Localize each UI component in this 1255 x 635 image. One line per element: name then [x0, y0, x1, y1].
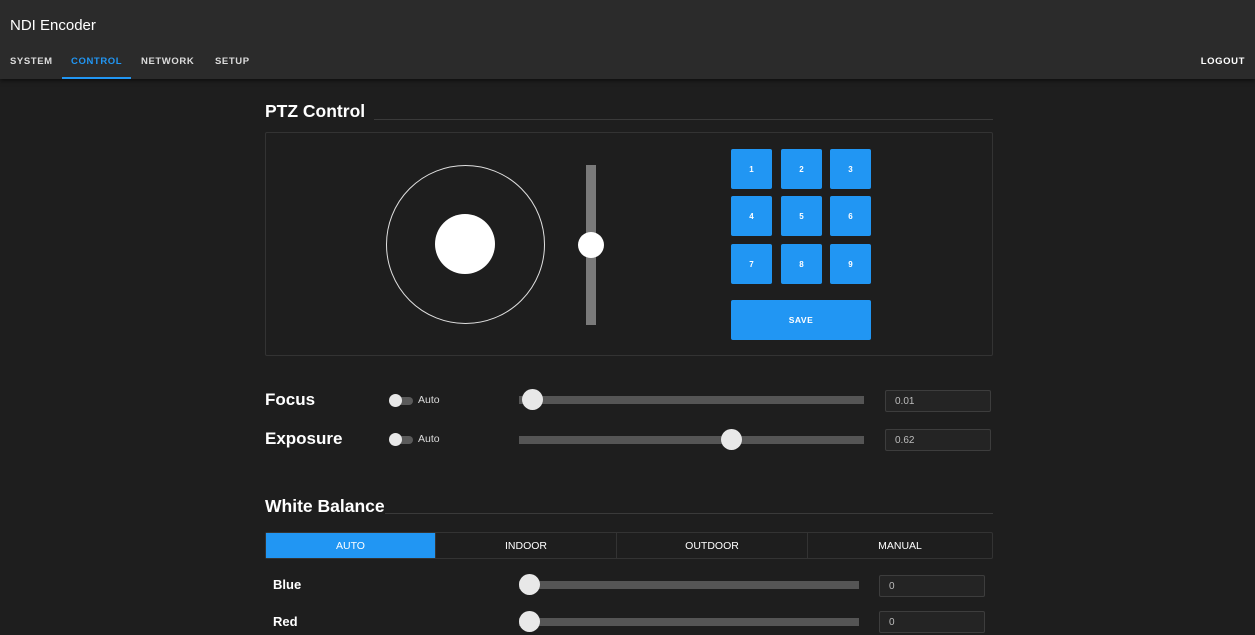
app-title: NDI Encoder — [10, 17, 96, 34]
exposure-value-field[interactable]: 0.62 — [885, 429, 991, 451]
ptz-panel — [265, 132, 993, 356]
preset-button-2[interactable]: 2 — [781, 149, 822, 189]
tab-setup[interactable]: SETUP — [215, 56, 250, 67]
preset-button-8[interactable]: 8 — [781, 244, 822, 284]
app-bar: NDI Encoder SYSTEM CONTROL NETWORK SETUP… — [0, 0, 1255, 79]
slider-track — [519, 396, 864, 404]
blue-gain-label: Blue — [273, 577, 302, 592]
white-balance-mode-selector: AUTO INDOOR OUTDOOR MANUAL — [265, 532, 993, 559]
slider-track — [519, 581, 859, 589]
focus-auto-toggle[interactable] — [389, 394, 413, 407]
ptz-section-divider — [374, 119, 993, 120]
focus-slider-thumb[interactable] — [522, 389, 544, 410]
ptz-section-title: PTZ Control — [265, 101, 366, 121]
preset-button-6[interactable]: 6 — [830, 196, 871, 236]
white-balance-section-divider — [385, 513, 993, 514]
exposure-auto-toggle[interactable] — [389, 433, 413, 446]
toggle-thumb — [389, 394, 402, 407]
focus-auto-label: Auto — [418, 394, 440, 406]
blue-gain-value-field[interactable]: 0 — [879, 575, 985, 597]
focus-value-field[interactable]: 0.01 — [885, 390, 991, 412]
tab-network[interactable]: NETWORK — [141, 56, 194, 67]
slider-track — [519, 618, 859, 626]
zoom-slider-thumb[interactable] — [578, 232, 604, 258]
toggle-thumb — [389, 433, 402, 446]
blue-gain-slider[interactable] — [519, 573, 859, 597]
logout-button[interactable]: LOGOUT — [1201, 56, 1245, 67]
exposure-slider-thumb[interactable] — [720, 429, 742, 450]
exposure-label: Exposure — [265, 429, 343, 448]
wb-mode-manual[interactable]: MANUAL — [807, 533, 992, 558]
tab-control[interactable]: CONTROL — [71, 56, 122, 67]
red-gain-value-field[interactable]: 0 — [879, 611, 985, 633]
red-gain-slider-thumb[interactable] — [519, 611, 540, 632]
preset-button-3[interactable]: 3 — [830, 149, 871, 189]
pan-tilt-joystick-knob[interactable] — [435, 214, 495, 274]
save-preset-button[interactable]: SAVE — [731, 300, 871, 340]
exposure-auto-label: Auto — [418, 433, 440, 445]
preset-button-1[interactable]: 1 — [731, 149, 772, 189]
red-gain-label: Red — [273, 614, 298, 629]
wb-mode-indoor[interactable]: INDOOR — [435, 533, 616, 558]
active-tab-indicator — [62, 77, 131, 79]
preset-button-4[interactable]: 4 — [731, 196, 772, 236]
wb-mode-outdoor[interactable]: OUTDOOR — [616, 533, 807, 558]
tab-system[interactable]: SYSTEM — [10, 56, 53, 67]
preset-button-9[interactable]: 9 — [830, 244, 871, 284]
red-gain-slider[interactable] — [519, 610, 859, 634]
white-balance-section-title: White Balance — [265, 496, 385, 516]
preset-button-5[interactable]: 5 — [781, 196, 822, 236]
slider-track — [519, 436, 864, 444]
focus-label: Focus — [265, 390, 316, 409]
wb-mode-auto[interactable]: AUTO — [266, 533, 435, 558]
focus-slider[interactable] — [519, 388, 864, 412]
blue-gain-slider-thumb[interactable] — [519, 574, 540, 595]
preset-button-7[interactable]: 7 — [731, 244, 772, 284]
exposure-slider[interactable] — [519, 428, 864, 452]
